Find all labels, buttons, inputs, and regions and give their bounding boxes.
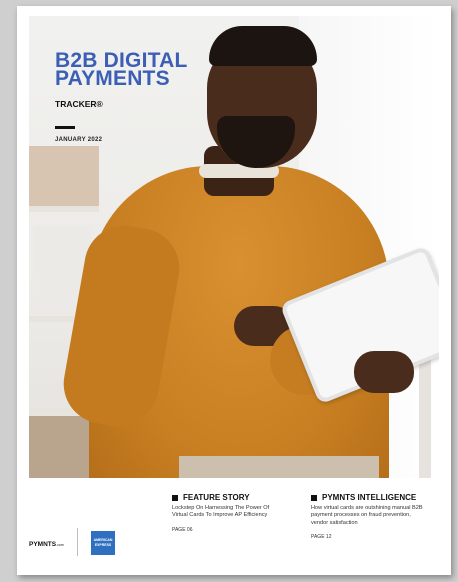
amex-line-2: EXPRESS — [94, 543, 112, 547]
pymnts-logo-suffix: .com — [56, 543, 64, 547]
intelligence-heading-text: PYMNTS INTELLIGENCE — [322, 493, 417, 502]
title-rule — [55, 126, 75, 129]
feature-heading-text: FEATURE STORY — [183, 493, 250, 502]
intelligence-block: PYMNTS INTELLIGENCE How virtual cards ar… — [311, 493, 423, 540]
amex-logo: AMERICAN EXPRESS — [91, 531, 115, 555]
person-pants — [179, 456, 379, 478]
square-bullet-icon — [172, 494, 178, 501]
feature-story-block: FEATURE STORY Lockstep On Harnessing The… — [172, 493, 276, 533]
person-right-hand — [354, 351, 414, 393]
cover-subtitle: TRACKER® — [55, 99, 103, 109]
pymnts-logo: PYMNTS.com — [29, 541, 64, 548]
logo-divider — [77, 528, 78, 556]
feature-story-page: PAGE 06 — [172, 526, 193, 533]
feature-story-description: Lockstep On Harnessing The Power Of Virt… — [172, 505, 270, 519]
feature-story-heading: FEATURE STORY — [172, 493, 276, 502]
shelf-box — [29, 146, 99, 206]
intelligence-heading: PYMNTS INTELLIGENCE — [311, 493, 423, 502]
intelligence-page: PAGE 12 — [311, 533, 332, 540]
intelligence-description: How virtual cards are outshining manual … — [311, 505, 423, 526]
issue-date: JANUARY 2022 — [55, 137, 103, 143]
cover-title: B2B DIGITAL PAYMENTS — [55, 50, 187, 90]
report-cover: B2B DIGITAL PAYMENTS TRACKER® JANUARY 20… — [17, 6, 451, 575]
pymnts-logo-text: PYMNTS — [29, 541, 57, 548]
cover-photo: B2B DIGITAL PAYMENTS TRACKER® JANUARY 20… — [29, 16, 439, 478]
title-line-2: PAYMENTS — [55, 67, 170, 90]
shelf — [29, 206, 99, 212]
person-hair — [209, 26, 317, 66]
square-bullet-icon — [311, 494, 317, 501]
